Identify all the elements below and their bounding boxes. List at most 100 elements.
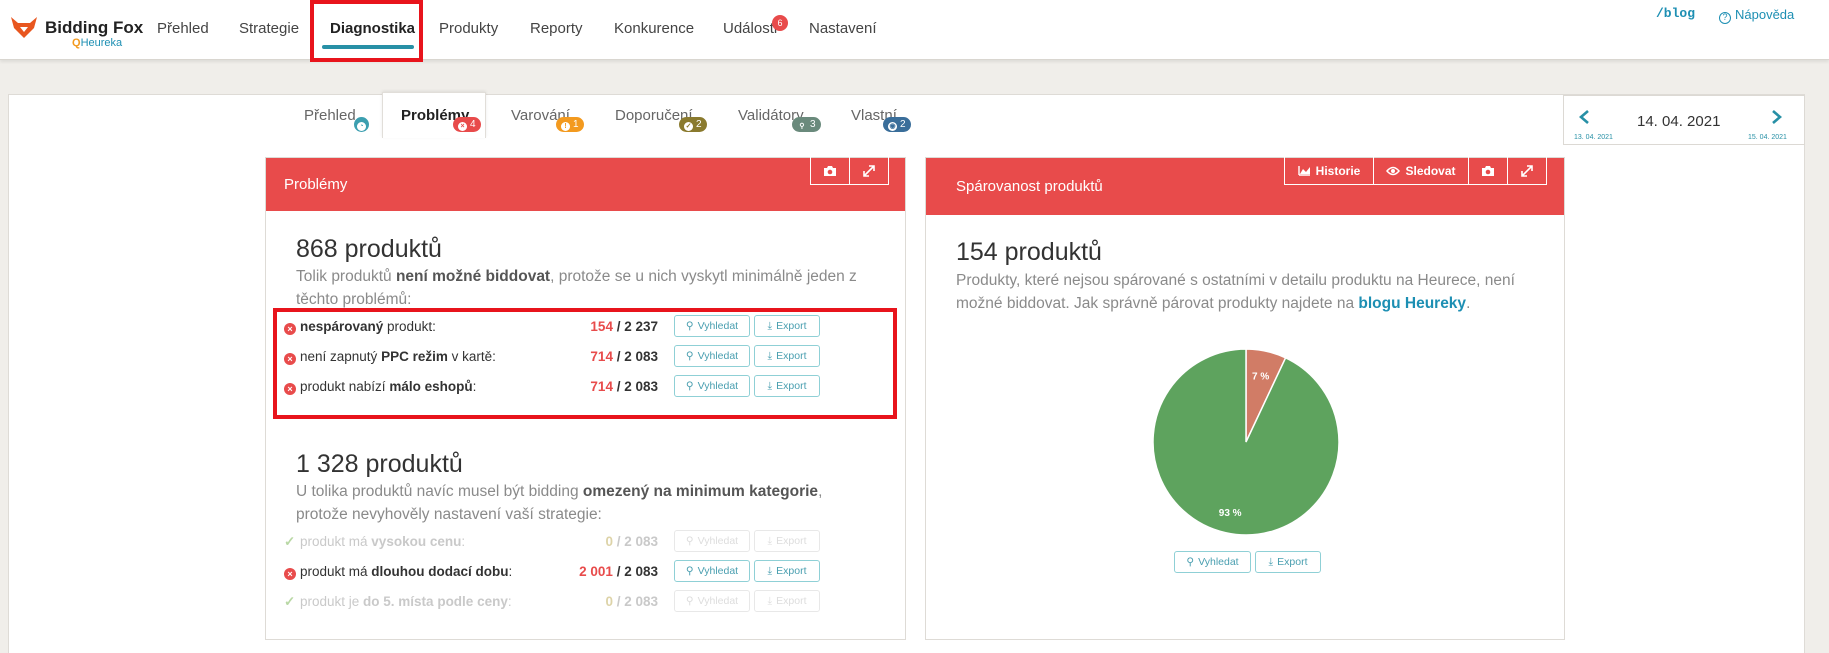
export-button-label: Export [776, 535, 807, 547]
row-value-total: / 2 083 [612, 564, 658, 579]
nav-udalosti[interactable]: Události [723, 20, 777, 37]
question-icon: ? [1719, 12, 1731, 24]
row-value-count: 0 [605, 594, 613, 609]
eye-icon [1386, 166, 1401, 175]
date-picker: 13. 04. 2021 14. 04. 2021 15. 04. 2021 [1563, 95, 1805, 145]
nav-produkty[interactable]: Produkty [439, 20, 498, 37]
search-button[interactable]: ⚲ Vyhledat [1174, 551, 1251, 573]
screenshot-button[interactable] [810, 157, 850, 185]
download-icon: ⤓ [767, 534, 773, 547]
search-button-label: Vyhledat [697, 595, 739, 607]
nav-nastaveni[interactable]: Nastavení [809, 20, 877, 37]
row-label-pre: produkt je [300, 594, 364, 609]
current-date[interactable]: 14. 04. 2021 [1637, 113, 1720, 130]
search-icon: ⚲ [685, 535, 694, 547]
help-label: Nápověda [1735, 7, 1795, 22]
export-button[interactable]: ⤓ Export [1255, 551, 1321, 573]
row-value-total: / 2 083 [612, 594, 658, 609]
export-button-label: Export [776, 565, 807, 577]
chevron-right-icon[interactable] [1769, 110, 1783, 124]
desc-bold: není možné biddovat [395, 268, 551, 285]
row-value: 0 / 2 083 [605, 534, 658, 549]
follow-button[interactable]: Sledovat [1373, 157, 1469, 185]
search-button[interactable]: ⚲ Vyhledat [674, 560, 750, 582]
error-icon: × [284, 568, 296, 580]
chevron-left-icon[interactable] [1578, 110, 1592, 124]
row-label: × produkt má dlouhou dodací dobu: [284, 564, 512, 580]
history-label: Historie [1315, 163, 1361, 178]
expand-icon [1521, 164, 1533, 177]
desc-prefix: U tolika produktů navíc musel být biddin… [296, 483, 583, 500]
subtab-problemy-badge: × 4 [453, 117, 481, 132]
camera-icon [824, 165, 836, 176]
export-button[interactable]: ⤓ Export [754, 590, 820, 612]
subtab-doporuceni-badge: ✓ 2 [679, 117, 707, 132]
nav-konkurence[interactable]: Konkurence [614, 20, 694, 37]
desc-end: . [1466, 295, 1471, 312]
search-button-label: Vyhledat [697, 535, 739, 547]
subtab-validatory-badge: ⚲ 3 [792, 117, 821, 132]
screenshot-button[interactable] [1468, 157, 1508, 185]
pairing-pie-chart: 7 % 93 % [1151, 347, 1341, 537]
row-label-bold: do 5. místa podle ceny [363, 594, 508, 609]
subtab-prehled[interactable]: Přehled [304, 107, 356, 124]
row-label: ✓ produkt má vysokou cenu: [284, 534, 465, 550]
nav-prehled[interactable]: Přehled [157, 20, 209, 37]
unpaired-count: 154 produktů [956, 238, 1102, 266]
search-button-label: Vyhledat [697, 565, 739, 577]
help-link[interactable]: ? Nápověda [1719, 7, 1794, 24]
nav-strategie[interactable]: Strategie [239, 20, 299, 37]
export-button[interactable]: ⤓ Export [754, 560, 820, 582]
search-icon: ⚲ [685, 595, 694, 607]
subtab-prehled-badge: ◔ [354, 117, 369, 132]
expand-button[interactable] [849, 157, 889, 185]
export-button-label: Export [1277, 556, 1308, 568]
top-navbar: Bidding Fox QHeureka Přehled Strategie D… [0, 0, 1829, 60]
check-circle-icon: ✓ [684, 122, 693, 131]
search-button[interactable]: ⚲ Vyhledat [674, 530, 750, 552]
heureka-mark-icon: Q [72, 37, 81, 49]
subtab-varovani-count: 1 [573, 119, 579, 130]
nav-reporty[interactable]: Reporty [530, 20, 583, 37]
subtab-vlastni-count: 2 [900, 119, 906, 130]
history-button[interactable]: Historie [1284, 157, 1374, 185]
prev-date[interactable]: 13. 04. 2021 [1574, 134, 1613, 141]
row-value-total: / 2 083 [612, 534, 658, 549]
camera-icon [1482, 165, 1494, 176]
download-icon: ⤓ [767, 594, 773, 607]
row-label: ✓ produkt je do 5. místa podle ceny: [284, 594, 512, 610]
area-chart-icon [1297, 166, 1310, 176]
export-button-label: Export [776, 595, 807, 607]
subtab-vlastni-badge: ◉ 2 [883, 117, 911, 132]
limit-row-high-price: ✓ produkt má vysokou cenu: 0 / 2 083 ⚲ Vyh… [284, 530, 820, 554]
pairing-panel-title: Spárovanost produktů [956, 178, 1103, 195]
row-label-post: : [508, 564, 513, 579]
row-value-count: 2 001 [579, 564, 613, 579]
blog-link[interactable]: /blog [1656, 6, 1695, 21]
pie-label-1: 93 % [1219, 508, 1242, 519]
check-icon: ✓ [284, 534, 296, 549]
subtab-validatory-count: 3 [810, 119, 816, 130]
expand-button[interactable] [1507, 157, 1547, 185]
pie-slice-1[interactable] [1152, 348, 1340, 536]
export-button[interactable]: ⤓ Export [754, 530, 820, 552]
problem-rows-highlight-frame [273, 308, 897, 419]
row-value-count: 0 [605, 534, 613, 549]
heureka-blog-link[interactable]: blogu Heureky [1358, 295, 1466, 312]
app-logo[interactable]: Bidding Fox QHeureka [10, 16, 150, 50]
unbiddable-count: 868 produktů [296, 235, 442, 263]
pie-label-0: 7 % [1252, 372, 1269, 383]
row-label-bold: dlouhou dodací dobu [371, 564, 509, 579]
limited-count: 1 328 produktů [296, 450, 463, 478]
pairing-panel-header: Spárovanost produktů Historie Sledovat [926, 157, 1564, 215]
eye-icon: ◉ [888, 122, 897, 131]
row-label-bold: vysokou cenu [371, 534, 462, 549]
brand-name: Bidding Fox [45, 18, 144, 37]
desc-bold: omezený na minimum kategorie [582, 483, 819, 500]
next-date[interactable]: 15. 04. 2021 [1748, 134, 1787, 141]
search-button[interactable]: ⚲ Vyhledat [674, 590, 750, 612]
follow-label: Sledovat [1405, 163, 1456, 178]
limit-row-top5-price: ✓ produkt je do 5. místa podle ceny: 0 / … [284, 590, 820, 614]
pie-svg: 7 % 93 % [1152, 348, 1340, 536]
row-label-post: : [507, 594, 512, 609]
